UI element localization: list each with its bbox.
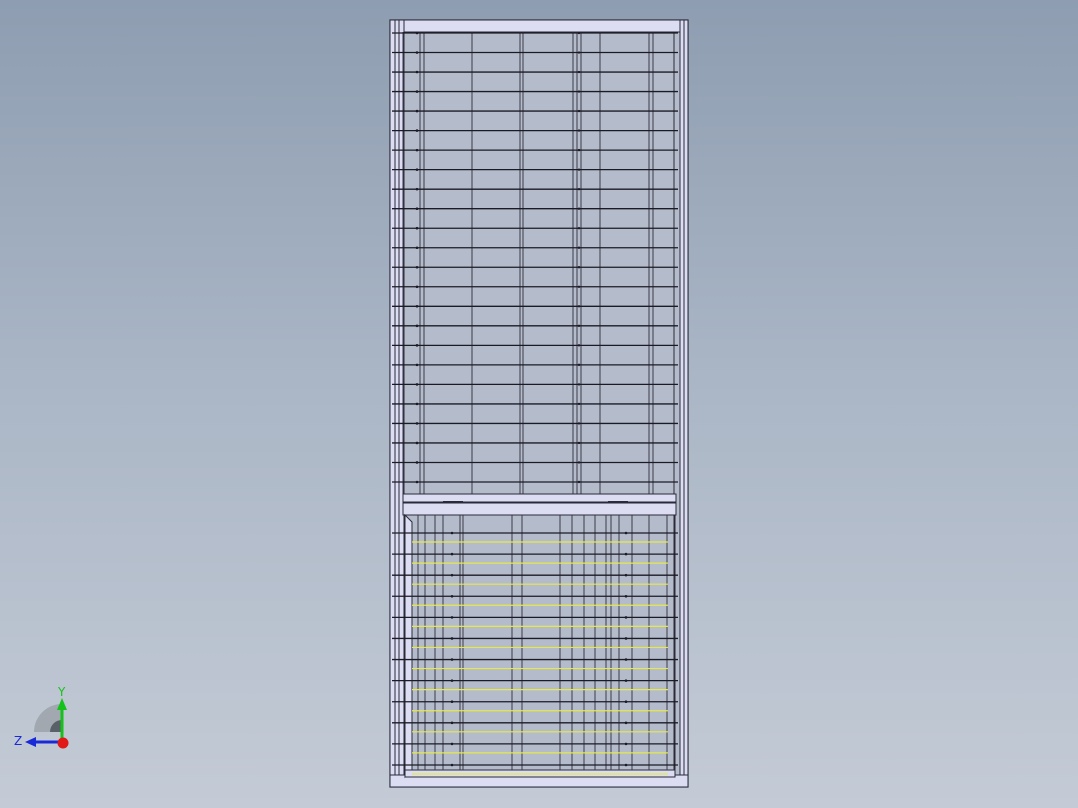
top-header-bar [389,19,681,33]
rail-bolt [415,363,419,367]
rail-bolt [415,187,419,191]
rail-bolt [450,573,454,577]
rail-bolt [415,441,419,445]
rail-bolt [415,207,419,210]
rail-bolt [415,285,419,289]
orientation-triad[interactable]: Y Z [10,684,80,754]
rail-bolt [415,168,419,171]
rail-bolt [415,31,419,35]
rail-bolt [577,285,581,288]
rail-bolt [624,552,628,556]
rail-bolt [450,721,454,725]
rail-bolt [577,266,581,269]
rail-bolt [624,531,628,535]
rail-bolt [624,658,628,661]
rail-bolt [577,402,581,406]
rail-bolt [450,637,454,640]
rail-bolt [577,168,581,171]
lower-door-header [402,502,677,516]
z-axis-arrow-icon [25,737,36,747]
rail-bolt [415,305,419,308]
rail-bolt [577,305,581,308]
rail-bolt [415,90,419,93]
rail-bolt [624,742,628,746]
x-axis-dot-icon [57,737,69,749]
graphics-viewport[interactable]: Y Z [0,0,1078,808]
rail-bolt [450,594,454,598]
rail-bolt [624,721,628,725]
rail-bolt [415,324,419,328]
divider-band [402,493,677,503]
rail-bolt [415,51,419,54]
rail-bolt [624,594,628,598]
rail-bolt [577,246,581,249]
rail-bolt [577,129,581,132]
rail-bolt [415,265,419,269]
rail-bolt [415,246,419,250]
rail-bolt [415,344,419,347]
rail-bolt [624,700,628,704]
rail-bolt [415,70,419,74]
rail-bolt [415,461,419,464]
rail-bolt [450,616,454,619]
rail-bolt [624,573,628,577]
rail-bolt [450,552,454,556]
rail-bolt [577,480,581,484]
rail-bolt [415,129,419,132]
rail-bolt [450,658,454,661]
rail-bolt [624,637,628,640]
rail-bolt [577,187,581,191]
y-axis-label: Y [57,685,66,699]
rail-bolt [415,109,419,113]
rail-bolt [577,227,581,230]
rail-bolt [577,363,581,367]
rail-bolt [450,700,454,704]
rail-bolt [577,109,581,113]
rail-bolt [450,679,454,682]
rail-bolt [415,148,419,152]
z-axis-label: Z [14,734,22,748]
rail-bolt [415,422,419,425]
rail-bolt [577,344,581,347]
rail-bolt [577,70,581,74]
rail-bolt [577,90,581,93]
rail-bolt [624,763,628,767]
rail-bolt [450,531,454,535]
rail-bolt [577,31,581,35]
rail-bolt [415,480,419,484]
rail-bolt [415,402,419,406]
rail-bolt [450,742,454,746]
cabinet-model-wireframe[interactable] [0,0,1078,808]
rail-bolt [577,461,581,464]
rail-bolt [577,422,581,425]
rail-bolt [415,383,419,386]
rail-bolt [577,51,581,54]
rail-bolt [577,383,581,386]
rail-bolt [450,763,454,767]
y-axis-arrow-icon [57,698,67,710]
rail-bolt [577,324,581,328]
rail-bolt [624,616,628,619]
rail-bolt [415,226,419,230]
rail-bolt [624,679,628,682]
rail-bolt [577,207,581,210]
rail-bolt [577,148,581,152]
rail-bolt [577,441,581,445]
